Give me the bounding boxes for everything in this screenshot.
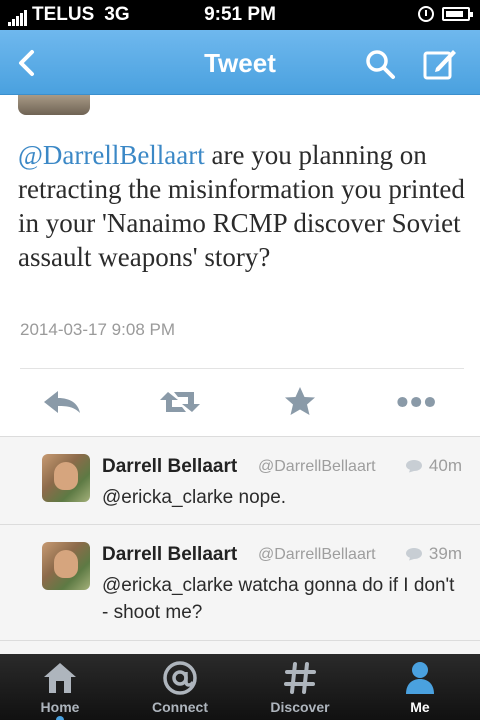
chat-bubble-icon	[405, 548, 422, 561]
reply-author-name[interactable]: Darrell Bellaart	[102, 544, 237, 566]
navigation-bar: Tweet	[0, 30, 480, 95]
tab-bar: Home Connect Discover Me	[0, 654, 480, 720]
more-icon[interactable]	[396, 386, 440, 418]
tweet-timestamp: 2014-03-17 9:08 PM	[20, 320, 175, 339]
page-title: Tweet	[204, 48, 276, 78]
reply-icon[interactable]	[40, 386, 84, 418]
reply-time-label: 39m	[428, 544, 462, 563]
tab-home[interactable]: Home	[0, 654, 120, 720]
status-time: 9:51 PM	[204, 4, 276, 25]
divider	[20, 368, 464, 369]
tab-label: Me	[410, 699, 430, 715]
status-bar: TELUS 3G 9:51 PM	[0, 0, 480, 30]
reply-author-name[interactable]: Darrell Bellaart	[102, 456, 237, 478]
chat-bubble-icon	[405, 460, 422, 473]
tab-connect[interactable]: Connect	[120, 654, 240, 720]
compose-icon[interactable]	[420, 44, 460, 84]
tab-me[interactable]: Me	[360, 654, 480, 720]
unread-indicator	[56, 716, 64, 720]
reply-author-handle: @DarrellBellaart	[258, 546, 376, 563]
tweet-author-avatar[interactable]	[18, 95, 90, 115]
reply-author-handle: @DarrellBellaart	[258, 458, 376, 475]
divider	[0, 640, 480, 641]
reply-text: @ericka_clarke watcha gonna do if I don'…	[102, 575, 455, 623]
at-icon	[163, 661, 197, 695]
replies-list: Darrell Bellaart @DarrellBellaart 40m @e…	[0, 436, 480, 656]
home-icon	[44, 663, 76, 693]
tweet-actions	[0, 370, 480, 434]
person-icon	[406, 662, 434, 694]
reply-item[interactable]: Darrell Bellaart @DarrellBellaart 39m @e…	[0, 524, 480, 623]
tab-label: Connect	[152, 699, 208, 715]
reply-item[interactable]: Darrell Bellaart @DarrellBellaart 40m @e…	[0, 436, 480, 524]
search-icon[interactable]	[362, 46, 398, 82]
reply-time: 39m	[405, 544, 462, 564]
tweet-mention-link[interactable]: @DarrellBellaart	[18, 140, 205, 170]
hashtag-icon	[284, 662, 316, 694]
tab-label: Discover	[270, 699, 330, 715]
reply-time: 40m	[405, 456, 462, 476]
rotation-lock-icon	[418, 6, 434, 22]
favorite-star-icon[interactable]	[278, 386, 322, 418]
status-right	[418, 6, 473, 22]
retweet-icon[interactable]	[158, 386, 202, 418]
reply-time-label: 40m	[428, 456, 462, 475]
avatar[interactable]	[42, 454, 90, 502]
reply-text: @ericka_clarke nope.	[102, 487, 287, 508]
battery-icon	[442, 7, 473, 21]
tab-discover[interactable]: Discover	[240, 654, 360, 720]
tweet-text: @DarrellBellaart are you planning on ret…	[18, 138, 468, 274]
avatar[interactable]	[42, 542, 90, 590]
tab-label: Home	[40, 699, 80, 715]
